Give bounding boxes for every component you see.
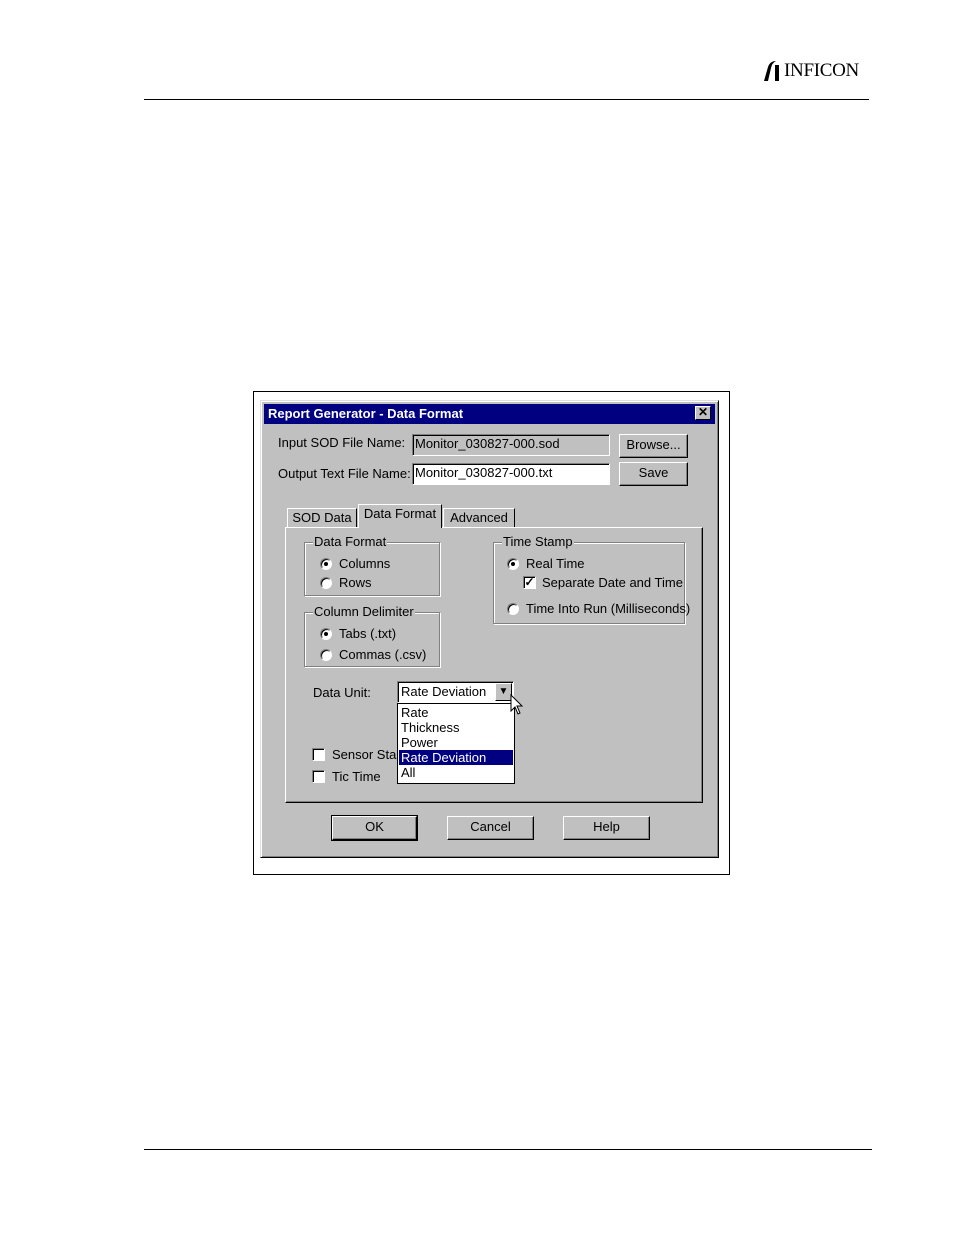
checkmark-icon: ✓	[524, 575, 535, 589]
data-unit-label: Data Unit:	[313, 685, 371, 700]
tic-time-checkbox[interactable]	[312, 770, 325, 783]
input-sod-label: Input SOD File Name:	[278, 435, 406, 450]
input-sod-field[interactable]: Monitor_030827-000.sod	[412, 434, 610, 456]
data-format-group-title: Data Format	[313, 534, 388, 550]
option-rate-deviation[interactable]: Rate Deviation	[399, 750, 513, 765]
save-button[interactable]: Save	[619, 462, 688, 486]
option-rate[interactable]: Rate	[399, 705, 513, 720]
real-time-radio[interactable]	[507, 558, 519, 570]
time-stamp-group-title: Time Stamp	[502, 534, 574, 550]
mouse-cursor-icon	[510, 694, 524, 715]
tic-time-label: Tic Time	[332, 769, 381, 784]
triangle-down-icon: ▼	[498, 686, 509, 697]
tab-sod-data[interactable]: SOD Data	[287, 508, 357, 528]
tabs-radio[interactable]	[320, 628, 332, 640]
option-thickness[interactable]: Thickness	[399, 720, 513, 735]
option-all[interactable]: All	[399, 765, 513, 780]
commas-radio[interactable]	[320, 649, 332, 661]
close-icon: ✕	[697, 405, 709, 419]
tabs-label: Tabs (.txt)	[339, 626, 397, 641]
title-bar[interactable]: Report Generator - Data Format ✕	[264, 404, 715, 424]
rows-label: Rows	[339, 575, 372, 590]
tab-advanced[interactable]: Advanced	[443, 508, 515, 528]
separate-date-time-checkbox[interactable]: ✓	[523, 576, 536, 589]
help-button[interactable]: Help	[563, 816, 650, 840]
browse-button[interactable]: Browse...	[619, 434, 688, 458]
columns-radio[interactable]	[320, 558, 332, 570]
header-rule	[144, 99, 869, 100]
sensor-status-label: Sensor Sta	[332, 747, 397, 762]
data-unit-dropdown-list: Rate Thickness Power Rate Deviation All	[397, 703, 515, 784]
time-into-run-label: Time Into Run (Milliseconds)	[526, 601, 691, 616]
sensor-status-checkbox[interactable]	[312, 748, 325, 761]
separate-date-time-label: Separate Date and Time	[542, 575, 683, 590]
report-generator-dialog: Report Generator - Data Format ✕ Input S…	[260, 400, 719, 858]
output-text-field[interactable]: Monitor_030827-000.txt	[412, 463, 610, 485]
column-delimiter-group-title: Column Delimiter	[313, 604, 415, 620]
data-unit-select[interactable]: Rate Deviation ▼	[397, 681, 514, 703]
dialog-title: Report Generator - Data Format	[268, 406, 464, 421]
commas-label: Commas (.csv)	[339, 647, 427, 662]
data-unit-value: Rate Deviation	[401, 684, 487, 699]
tab-data-format[interactable]: Data Format	[358, 504, 442, 528]
option-power[interactable]: Power	[399, 735, 513, 750]
inficon-mark-icon	[764, 61, 779, 81]
inficon-logo: INFICON	[762, 58, 859, 84]
close-button[interactable]: ✕	[695, 406, 711, 420]
ok-button[interactable]: OK	[331, 815, 418, 841]
time-into-run-radio[interactable]	[507, 603, 519, 615]
rows-radio[interactable]	[320, 577, 332, 589]
logo-text: INFICON	[784, 60, 859, 81]
real-time-label: Real Time	[526, 556, 585, 571]
columns-label: Columns	[339, 556, 391, 571]
output-text-label: Output Text File Name:	[278, 466, 411, 481]
cancel-button[interactable]: Cancel	[447, 816, 534, 840]
footer-rule	[144, 1149, 872, 1150]
